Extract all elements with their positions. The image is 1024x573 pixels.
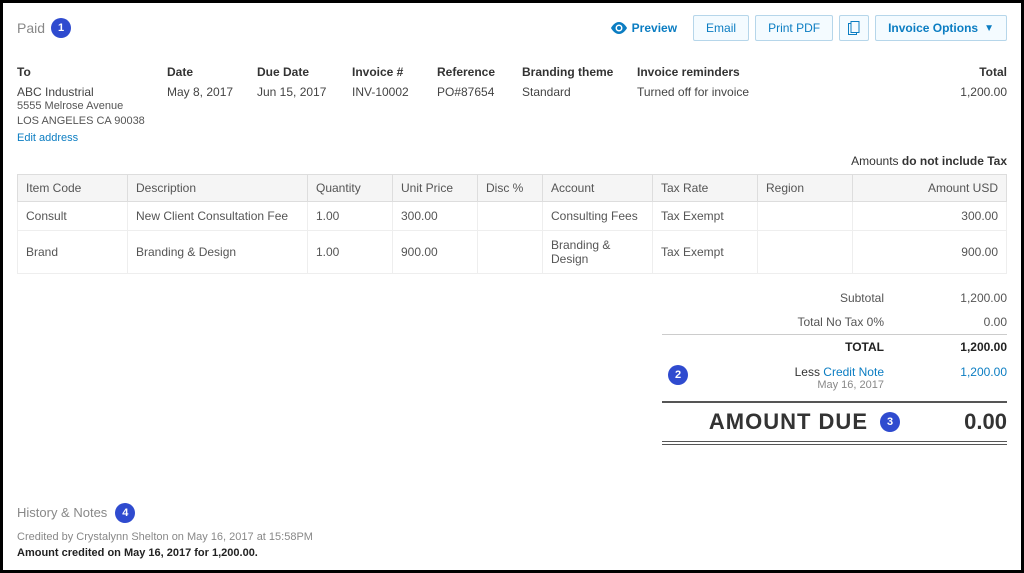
col-unit-price: Unit Price [393,174,478,201]
history-line-1: Credited by Crystalynn Shelton on May 16… [17,531,1007,543]
col-description: Description [128,174,308,201]
line-items-table: Item Code Description Quantity Unit Pric… [17,174,1007,274]
totals-section: Subtotal 1,200.00 Total No Tax 0% 0.00 T… [662,286,1007,445]
cell-desc: Branding & Design [128,230,308,273]
cell-desc: New Client Consultation Fee [128,201,308,230]
history-line-2: Amount credited on May 16, 2017 for 1,20… [17,547,1007,559]
cell-price: 900.00 [393,230,478,273]
cell-disc [478,230,543,273]
preview-link[interactable]: Preview [611,21,677,35]
col-account: Account [543,174,653,201]
customer-name-link[interactable]: ABC Industrial [17,85,147,99]
copy-icon [848,21,860,35]
col-amount: Amount USD [853,174,1007,201]
date-value: May 8, 2017 [167,85,237,99]
cell-qty: 1.00 [308,201,393,230]
invoice-no-value: INV-10002 [352,85,417,99]
credit-note-link[interactable]: Credit Note [823,365,884,379]
credit-note-date: May 16, 2017 [694,379,884,391]
edit-address-link[interactable]: Edit address [17,132,147,144]
preview-label: Preview [632,21,677,35]
invoice-status: Paid [17,20,45,36]
due-date-value: Jun 15, 2017 [257,85,332,99]
branding-value: Standard [522,85,617,99]
address-line-1: 5555 Melrose Avenue [17,99,147,114]
credit-note-amount: 1,200.00 [912,365,1007,379]
cell-tax: Tax Exempt [653,230,758,273]
cell-account: Consulting Fees [543,201,653,230]
cell-amount: 300.00 [853,201,1007,230]
subtotal-amount: 1,200.00 [912,291,1007,305]
cell-tax: Tax Exempt [653,201,758,230]
table-row: BrandBranding & Design1.00900.00Branding… [18,230,1007,273]
total-value: 1,200.00 [960,85,1007,99]
history-notes-title: History & Notes [17,505,107,520]
cell-code: Consult [18,201,128,230]
subtotal-label: Subtotal [662,291,912,305]
eye-icon [611,22,627,34]
col-quantity: Quantity [308,174,393,201]
amount-due-label: AMOUNT DUE [662,409,880,435]
invoice-options-label: Invoice Options [888,21,978,35]
col-tax-rate: Tax Rate [653,174,758,201]
due-date-header: Due Date [257,65,332,79]
amount-due-value: 0.00 [912,409,1007,435]
annotation-3: 3 [880,412,900,432]
total-header: Total [960,65,1007,79]
table-row: ConsultNew Client Consultation Fee1.0030… [18,201,1007,230]
grand-total-label: TOTAL [662,340,912,354]
col-item-code: Item Code [18,174,128,201]
chevron-down-icon: ▼ [984,23,994,34]
cell-qty: 1.00 [308,230,393,273]
cell-account: Branding & Design [543,230,653,273]
cell-disc [478,201,543,230]
email-button[interactable]: Email [693,15,749,41]
annotation-2: 2 [668,365,688,385]
cell-price: 300.00 [393,201,478,230]
reference-value: PO#87654 [437,85,502,99]
less-label: Less [795,365,824,379]
annotation-4: 4 [115,503,135,523]
cell-region [758,230,853,273]
invoice-options-button[interactable]: Invoice Options ▼ [875,15,1007,41]
col-disc: Disc % [478,174,543,201]
reference-header: Reference [437,65,502,79]
notax-label: Total No Tax 0% [662,315,912,329]
address-line-2: LOS ANGELES CA 90038 [17,114,147,129]
cell-amount: 900.00 [853,230,1007,273]
invoice-no-header: Invoice # [352,65,417,79]
grand-total-amount: 1,200.00 [912,340,1007,354]
to-header: To [17,65,147,79]
notax-amount: 0.00 [912,315,1007,329]
reminders-header: Invoice reminders [637,65,767,79]
copy-button[interactable] [839,15,869,41]
amounts-note: Amounts do not include Tax [17,154,1007,168]
reminders-value: Turned off for invoice [637,85,767,99]
branding-header: Branding theme [522,65,617,79]
cell-code: Brand [18,230,128,273]
col-region: Region [758,174,853,201]
annotation-1: 1 [51,18,71,38]
date-header: Date [167,65,237,79]
cell-region [758,201,853,230]
print-pdf-button[interactable]: Print PDF [755,15,833,41]
